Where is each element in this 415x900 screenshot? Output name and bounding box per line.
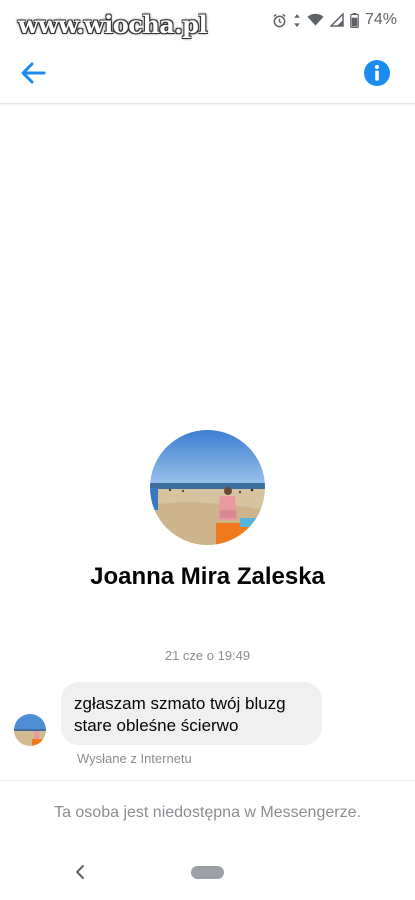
message-timestamp: 21 cze o 19:49: [164, 648, 251, 663]
back-button[interactable]: [18, 58, 48, 88]
nav-home-pill[interactable]: [191, 866, 224, 879]
unavailable-notice: Ta osoba jest niedostępna w Messengerze.: [54, 804, 361, 821]
message-line: zgłaszam szmato twój bluzg: [74, 694, 286, 713]
data-arrows-icon: [293, 13, 301, 28]
arrow-left-icon: [21, 62, 46, 84]
info-icon: [364, 60, 390, 86]
message-status: Wysłane z Internetu: [77, 751, 192, 766]
messenger-screen: www.wiocha.pl 74% Joanna Mira Zaleska 21…: [0, 0, 415, 900]
alarm-icon: [272, 13, 287, 28]
conversation-header: [0, 42, 415, 104]
sender-avatar[interactable]: [14, 714, 46, 746]
footer-divider: [0, 780, 415, 781]
signal-icon: [329, 13, 344, 27]
battery-icon: [350, 12, 359, 28]
message-bubble[interactable]: zgłaszam szmato twój bluzg stare obleśne…: [61, 682, 322, 745]
watermark: www.wiocha.pl: [18, 10, 208, 39]
wifi-icon: [307, 13, 324, 27]
message-line: stare obleśne ścierwo: [74, 716, 239, 735]
profile-name: Joanna Mira Zaleska: [90, 563, 325, 590]
info-button[interactable]: [363, 59, 391, 87]
nav-back-icon[interactable]: [72, 862, 88, 882]
battery-level: 74%: [364, 11, 397, 28]
status-icons: 74%: [272, 11, 397, 29]
status-bar: www.wiocha.pl 74%: [0, 0, 415, 42]
profile-avatar[interactable]: [150, 430, 265, 545]
